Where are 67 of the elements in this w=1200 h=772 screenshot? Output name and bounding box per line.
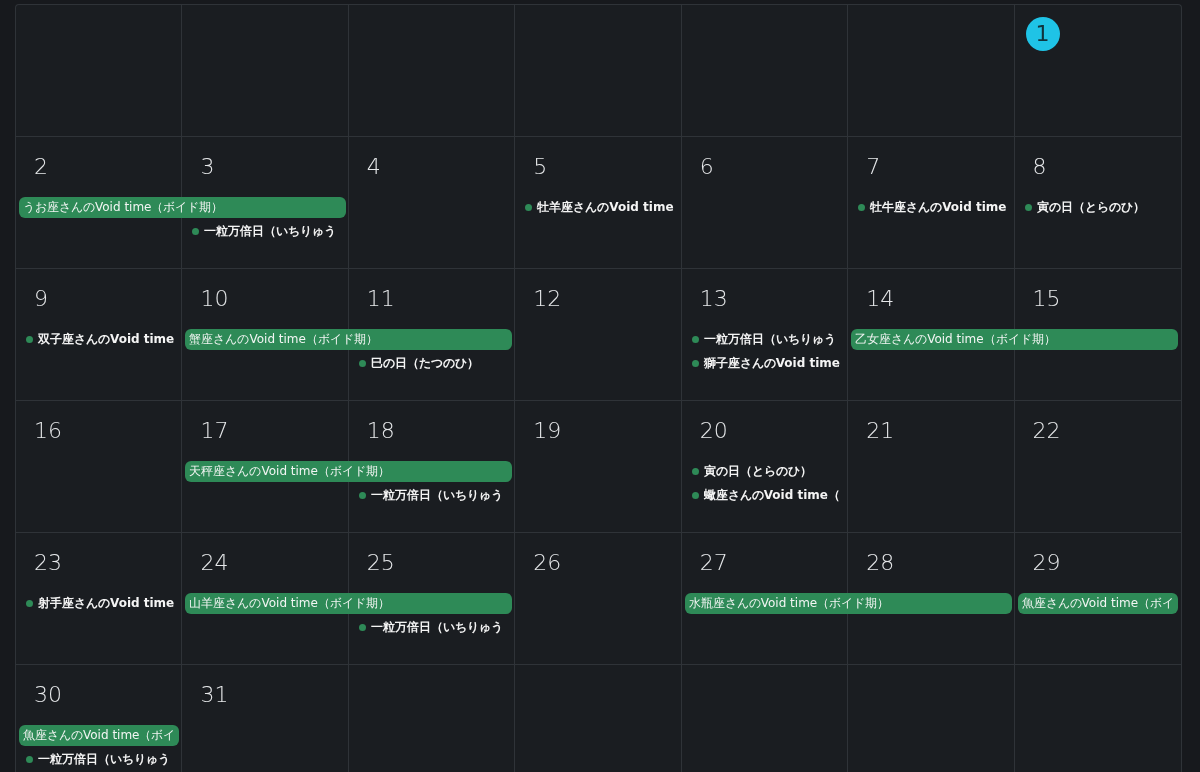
date-number[interactable]: 19 [533,417,562,445]
date-number[interactable]: 4 [366,153,381,181]
date-number[interactable]: 22 [1032,417,1061,445]
date-number[interactable]: 15 [1032,285,1061,313]
event-title[interactable]: 巳の日（たつのひ） [370,354,479,372]
event-title[interactable]: 一粒万倍日（いちりゅう [370,618,503,636]
event-dot-icon [691,491,699,499]
event-dot-icon [26,599,33,607]
event-dot-icon [691,359,699,367]
event-title[interactable]: 寅の日（とらのひ） [703,462,812,480]
date-number[interactable]: 25 [366,549,395,577]
event-bar[interactable]: 魚座さんのVoid time（ボイ [19,724,180,746]
event-dot-icon [1024,203,1032,211]
date-number[interactable]: 12 [533,285,562,313]
event-bar[interactable]: うお座さんのVoid time（ボイド期） [19,196,346,218]
date-number[interactable]: 13 [699,285,728,313]
date-number[interactable]: 31 [200,681,229,709]
date-number[interactable]: 28 [866,549,895,577]
date-number[interactable]: 9 [34,285,48,313]
date-number[interactable]: 3 [200,153,215,181]
date-number[interactable]: 26 [533,549,562,577]
date-number[interactable]: 11 [366,285,395,313]
event-title[interactable]: 寅の日（とらのひ） [1036,198,1145,216]
date-number[interactable]: 6 [699,153,714,181]
date-number[interactable]: 5 [533,153,548,181]
date-number[interactable]: 2 [34,153,48,181]
date-number[interactable]: 20 [699,417,728,445]
event-bar[interactable]: 蟹座さんのVoid time（ボイド期） [185,328,513,350]
date-number[interactable]: 23 [34,549,62,577]
date-number[interactable]: 8 [1032,153,1047,181]
date-number[interactable]: 14 [866,285,895,313]
event-dot-icon [358,623,366,631]
date-number[interactable]: 30 [34,681,62,709]
event-title[interactable]: 一粒万倍日（いちりゅう [370,486,503,504]
event-title[interactable]: 蠍座さんのVoid time（ [703,486,840,504]
date-number[interactable]: 27 [699,549,728,577]
event-title[interactable]: 牡牛座さんのVoid time [870,198,1007,216]
event-dot-icon [26,335,33,343]
date-number[interactable]: 7 [866,153,881,181]
date-number[interactable]: 29 [1032,549,1061,577]
event-bar[interactable]: 水瓶座さんのVoid time（ボイド期） [684,592,1012,614]
event-dot-icon [26,755,33,763]
event-bar[interactable]: 乙女座さんのVoid time（ボイド期） [851,328,1178,350]
date-number[interactable]: 24 [200,549,229,577]
event-dot-icon [691,335,699,343]
today-date[interactable]: 1 [1025,17,1060,51]
event-title[interactable]: 牡羊座さんのVoid time [537,198,674,216]
event-title[interactable]: 射手座さんのVoid time [38,594,175,612]
event-title[interactable]: 獅子座さんのVoid time [703,354,840,372]
event-bar[interactable]: 天秤座さんのVoid time（ボイド期） [185,460,513,482]
event-bar[interactable]: 魚座さんのVoid time（ボイ [1017,592,1178,614]
event-title[interactable]: 一粒万倍日（いちりゅう [703,330,836,348]
date-number[interactable]: 21 [866,417,895,445]
event-bar[interactable]: 山羊座さんのVoid time（ボイド期） [185,592,513,614]
event-title[interactable]: 一粒万倍日（いちりゅう [38,750,170,768]
event-dot-icon [858,203,866,211]
event-dot-icon [691,467,699,475]
date-number[interactable]: 18 [366,417,395,445]
event-dot-icon [358,359,366,367]
event-dot-icon [192,227,200,235]
date-number[interactable]: 17 [200,417,229,445]
event-title[interactable]: 一粒万倍日（いちりゅう [204,222,337,240]
date-number[interactable]: 16 [34,417,62,445]
date-number[interactable]: 10 [200,285,229,313]
event-title[interactable]: 双子座さんのVoid time [38,330,175,348]
event-dot-icon [358,491,366,499]
event-dot-icon [525,203,533,211]
